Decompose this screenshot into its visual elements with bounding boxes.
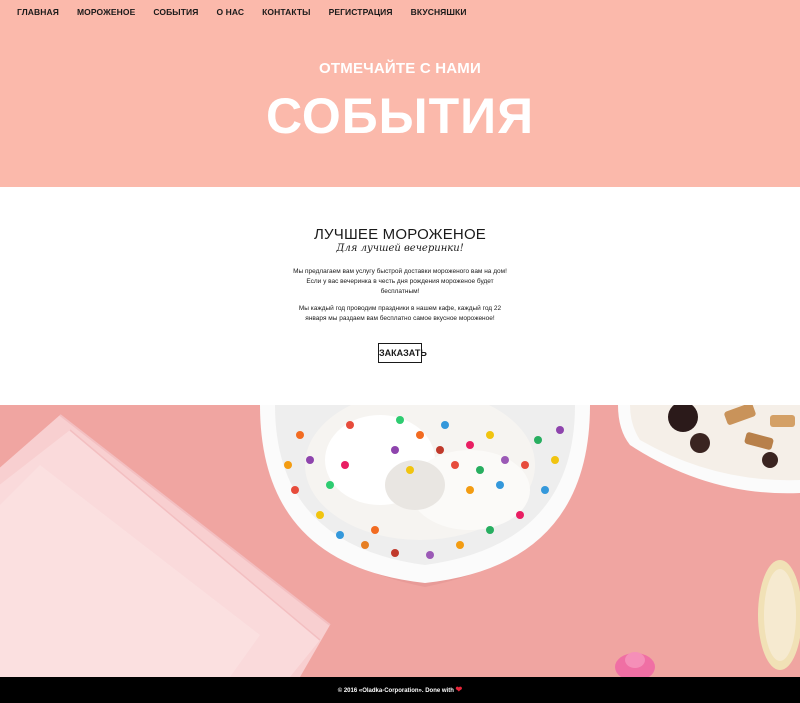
site-footer: © 2016 «Oladka-Corporation». Done with ❤ — [0, 677, 800, 703]
heart-icon: ❤ — [455, 685, 463, 694]
icecream-photo-illustration — [0, 405, 800, 677]
footer-copyright-text: © 2016 «Oladka-Corporation». Done with — [337, 688, 454, 694]
nav-item-about[interactable]: О НАС — [216, 7, 244, 18]
order-button[interactable]: ЗАКАЗАТЬ — [378, 343, 427, 363]
section-title: ЛУЧШЕЕ МОРОЖЕНОЕ — [313, 226, 487, 243]
section-script-subtitle: Для лучшей вечеринки! — [336, 243, 464, 254]
nav-item-home[interactable]: ГЛАВНАЯ — [17, 7, 59, 18]
description-paragraph-2: Мы каждый год проводим праздники в нашем… — [298, 305, 502, 322]
footer-copyright: © 2016 «Oladka-Corporation». Done with ❤ — [0, 685, 800, 694]
events-content: ЛУЧШЕЕ МОРОЖЕНОЕ Для лучшей вечеринки! М… — [0, 187, 800, 405]
hero-title: СОБЫТИЯ — [265, 88, 535, 144]
main-nav: ГЛАВНАЯ МОРОЖЕНОЕ СОБЫТИЯ О НАС КОНТАКТЫ… — [17, 7, 485, 18]
description-paragraph-1: Мы предлагаем вам услугу быстрой доставк… — [293, 268, 507, 295]
hero-section: ГЛАВНАЯ МОРОЖЕНОЕ СОБЫТИЯ О НАС КОНТАКТЫ… — [0, 0, 800, 187]
hero-subtitle: ОТМЕЧАЙТЕ С НАМИ — [319, 60, 481, 77]
nav-item-icecream[interactable]: МОРОЖЕНОЕ — [77, 7, 135, 18]
nav-item-treats[interactable]: ВКУСНЯШКИ — [411, 7, 467, 18]
nav-item-contacts[interactable]: КОНТАКТЫ — [262, 7, 310, 18]
spoon-graphic — [758, 560, 800, 670]
nav-item-events[interactable]: СОБЫТИЯ — [153, 7, 198, 18]
nav-item-registration[interactable]: РЕГИСТРАЦИЯ — [329, 7, 393, 18]
icecream-photo — [0, 405, 800, 677]
